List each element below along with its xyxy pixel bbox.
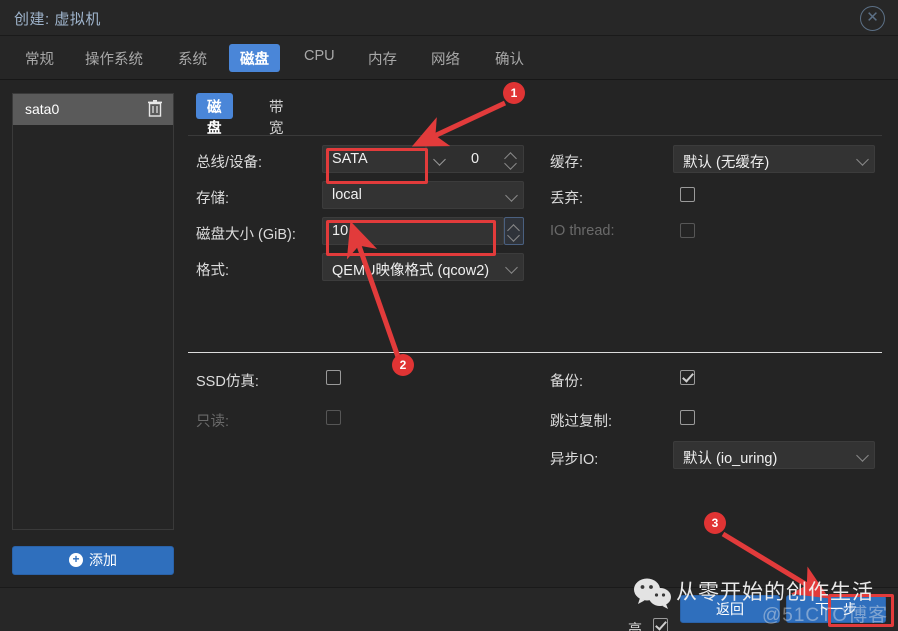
bus-device-field[interactable]: SATA	[322, 145, 426, 173]
dialog-titlebar: 创建: 虚拟机 ✕	[0, 0, 898, 36]
cache-field[interactable]: 默认 (无缓存)	[673, 145, 875, 173]
page-title: 创建: 虚拟机	[14, 11, 101, 28]
wizard-tabs: 常规 操作系统 系统 磁盘 CPU 内存 网络 确认	[0, 36, 898, 80]
annotation-marker-3: 3	[704, 512, 726, 534]
disk-size-value: 10	[332, 223, 349, 239]
disk-size-stepper[interactable]	[504, 217, 524, 245]
chevron-down-icon	[505, 189, 518, 202]
add-button-label: 添加	[89, 552, 117, 568]
disk-list-panel: sata0	[12, 93, 174, 530]
annotation-marker-1: 1	[503, 82, 525, 104]
format-label: 格式:	[196, 263, 230, 279]
chevron-down-icon	[856, 449, 869, 462]
tab-memory[interactable]: 内存	[357, 44, 408, 72]
chevron-down-icon	[433, 153, 446, 166]
cache-label: 缓存:	[550, 155, 584, 171]
async-io-label: 异步IO:	[550, 452, 599, 468]
skip-replication-label: 跳过复制:	[550, 414, 613, 430]
io-thread-label: IO thread:	[550, 223, 615, 239]
io-thread-checkbox[interactable]	[680, 223, 695, 238]
chevron-down-icon	[505, 261, 518, 274]
bus-device-label: 总线/设备:	[196, 155, 263, 171]
disk-item-label: sata0	[25, 101, 60, 117]
bus-device-dropdown[interactable]: 0	[426, 145, 524, 173]
dialog-footer: 高级 返回 下一步	[0, 587, 898, 631]
tab-os[interactable]: 操作系统	[74, 44, 154, 72]
disk-size-label: 磁盘大小 (GiB):	[196, 227, 296, 243]
storage-field[interactable]: local	[322, 181, 524, 209]
close-icon[interactable]: ✕	[860, 6, 885, 31]
plus-circle-icon: +	[69, 553, 83, 568]
tab-system[interactable]: 系统	[167, 44, 218, 72]
cache-value: 默认 (无缓存)	[683, 155, 770, 171]
subtab-disk[interactable]: 磁盘	[196, 93, 233, 137]
discard-label: 丢弃:	[550, 191, 584, 207]
section-divider	[188, 352, 882, 353]
ssd-emulation-label: SSD仿真:	[196, 374, 259, 390]
tab-general[interactable]: 常规	[14, 44, 65, 72]
device-number-value: 0	[471, 151, 480, 167]
format-value: QEMU映像格式 (qcow2)	[332, 263, 490, 279]
trash-icon[interactable]	[148, 100, 162, 117]
create-vm-dialog: 创建: 虚拟机 ✕ 常规 操作系统 系统 磁盘 CPU 内存 网络 确认 sat…	[0, 0, 898, 631]
format-field[interactable]: QEMU映像格式 (qcow2)	[322, 253, 524, 281]
device-number-stepper[interactable]	[505, 151, 516, 169]
tab-confirm[interactable]: 确认	[484, 44, 535, 72]
backup-checkbox[interactable]	[680, 370, 695, 385]
subtab-bandwidth[interactable]: 带宽	[258, 93, 295, 137]
async-io-value: 默认 (io_uring)	[683, 451, 778, 467]
annotation-marker-2: 2	[392, 354, 414, 376]
async-io-field[interactable]: 默认 (io_uring)	[673, 441, 875, 469]
add-button[interactable]: + 添加	[12, 546, 174, 575]
readonly-checkbox[interactable]	[326, 410, 341, 425]
list-item[interactable]: sata0	[13, 94, 173, 125]
advanced-label: 高级	[628, 621, 642, 631]
backup-label: 备份:	[550, 374, 584, 390]
discard-checkbox[interactable]	[680, 187, 695, 202]
stepper-arrows-icon	[508, 223, 519, 241]
disk-settings-content: 磁盘 带宽 总线/设备: SATA 0 存储: local 磁盘大小 (GiB)…	[186, 93, 886, 573]
readonly-label: 只读:	[196, 414, 230, 430]
next-button[interactable]: 下一步	[786, 595, 886, 623]
advanced-checkbox[interactable]	[653, 618, 668, 631]
storage-value: local	[332, 187, 362, 203]
storage-label: 存储:	[196, 191, 230, 207]
tab-disks[interactable]: 磁盘	[229, 44, 280, 72]
chevron-down-icon	[856, 153, 869, 166]
tab-network[interactable]: 网络	[420, 44, 471, 72]
tab-cpu[interactable]: CPU	[293, 44, 346, 72]
disk-size-field[interactable]: 10	[322, 217, 504, 245]
bus-device-value: SATA	[332, 151, 368, 167]
back-button[interactable]: 返回	[680, 595, 780, 623]
skip-replication-checkbox[interactable]	[680, 410, 695, 425]
subtab-divider	[188, 135, 882, 136]
ssd-emulation-checkbox[interactable]	[326, 370, 341, 385]
